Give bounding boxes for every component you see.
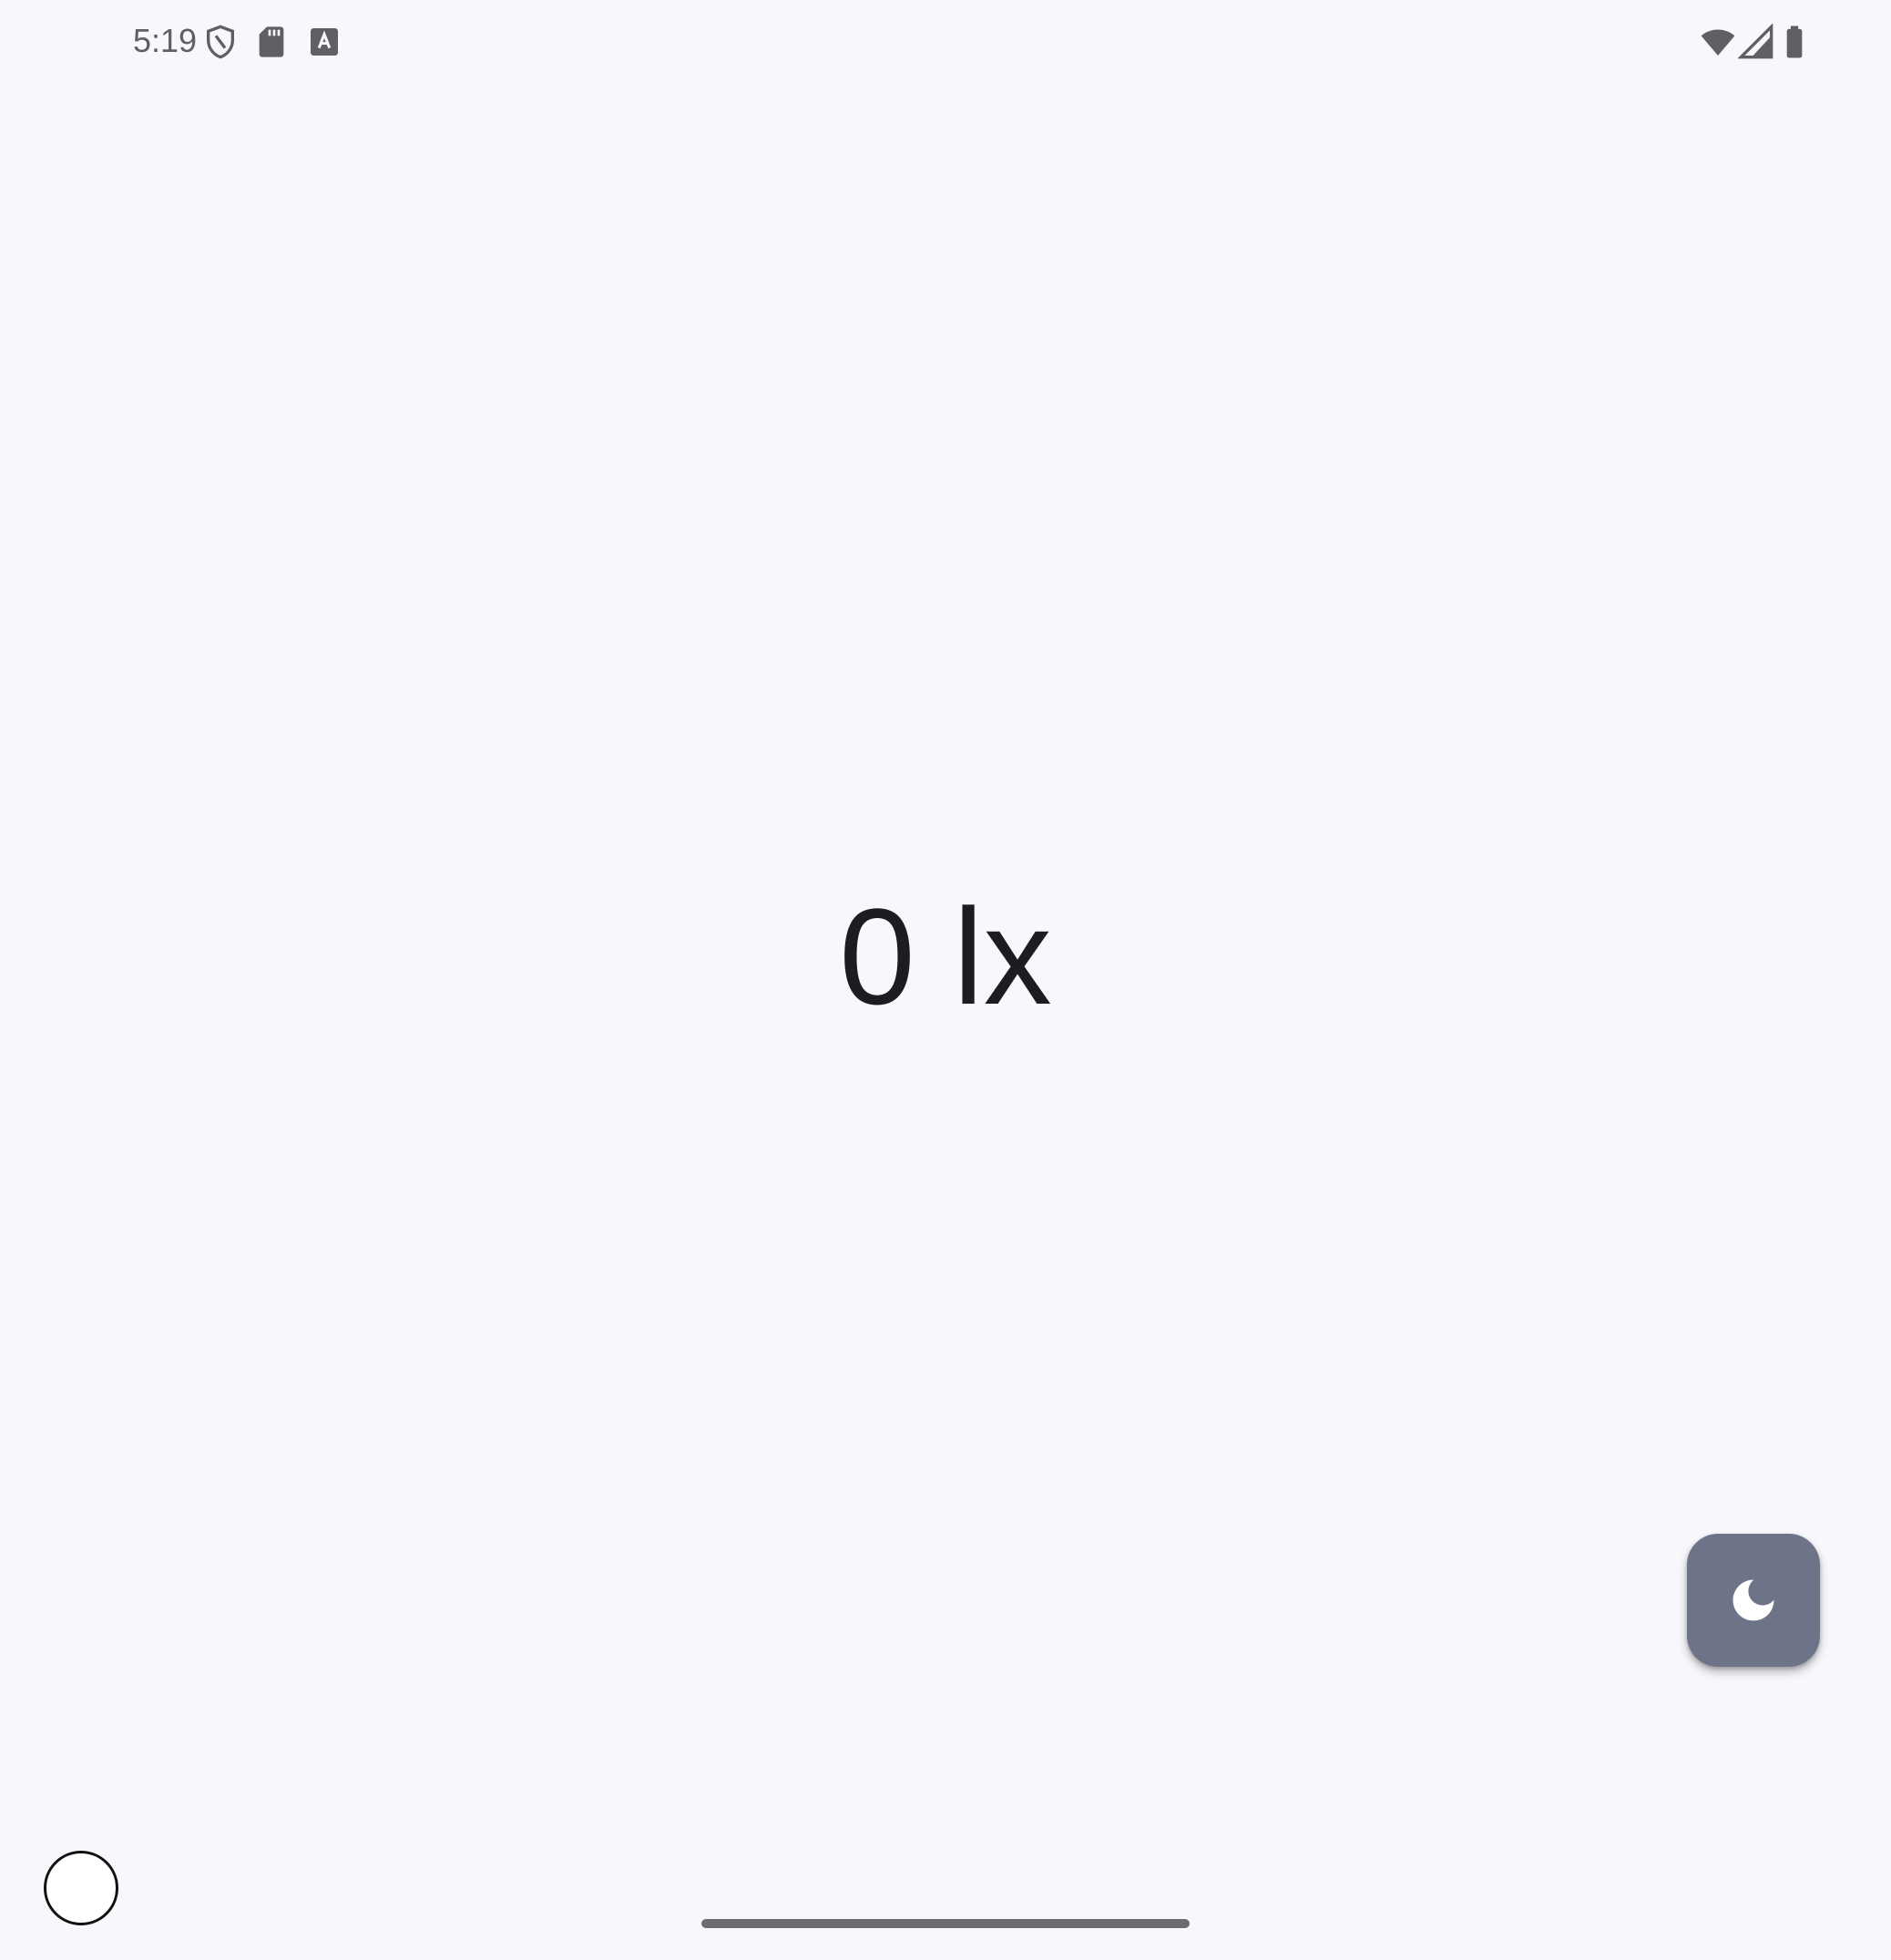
screen: 5:19 0 lx [0,0,1891,1960]
keyboard-a-icon [306,24,342,60]
battery-icon [1776,24,1813,60]
status-bar: 5:19 [0,0,1891,82]
theme-toggle-button[interactable] [1687,1534,1820,1667]
wifi-icon [1700,24,1736,60]
moon-icon [1729,1576,1778,1625]
sd-card-icon [253,24,290,60]
status-time: 5:19 [133,22,198,59]
cell-signal-icon [1738,24,1774,60]
shield-icon [202,24,239,60]
gesture-nav-handle[interactable] [701,1919,1190,1928]
lux-reading: 0 lx [839,880,1052,1033]
touch-indicator [44,1851,118,1925]
